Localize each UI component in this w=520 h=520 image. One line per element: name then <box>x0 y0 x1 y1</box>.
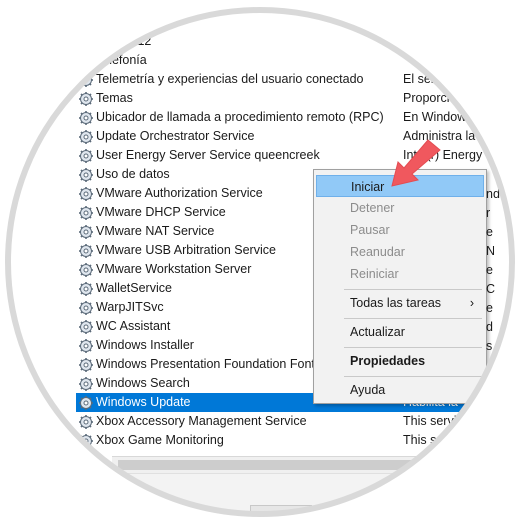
service-row[interactable]: Telefonía <box>76 51 520 70</box>
description-fragment: C <box>486 282 496 296</box>
gear-icon <box>78 281 94 297</box>
service-name: Windows Presentation Foundation Font C <box>96 357 328 371</box>
gear-icon <box>78 395 94 411</box>
gear-icon <box>78 53 94 69</box>
gear-icon <box>78 224 94 240</box>
service-name: VMware USB Arbitration Service <box>96 243 276 257</box>
service-name: Ubicador de llamada a procedimiento remo… <box>96 110 384 124</box>
menu-item-detener[interactable]: Detener <box>316 197 484 219</box>
service-description: Proporcio <box>403 91 457 105</box>
gear-icon <box>78 34 94 50</box>
service-name: Windows Update <box>96 395 191 409</box>
menu-item-label: Propiedades <box>350 354 426 368</box>
obscured-descriptions: nd a r e N e C e d s <box>486 185 520 356</box>
service-name: WalletService <box>96 281 172 295</box>
gear-icon <box>78 376 94 392</box>
description-fragment: e <box>486 301 493 315</box>
menu-item-label: Ayuda <box>350 383 386 397</box>
service-row[interactable]: Update Orchestrator Service Administra l… <box>76 127 520 146</box>
menu-separator <box>344 376 482 377</box>
menu-item-label: Actualizar <box>350 325 405 339</box>
service-row[interactable]: Ubicador de llamada a procedimiento remo… <box>76 108 520 127</box>
service-name: Xbox Accessory Management Service <box>96 414 307 428</box>
gear-icon <box>78 319 94 335</box>
gear-icon <box>78 148 94 164</box>
menu-item-label: Pausar <box>350 223 390 237</box>
service-name: Telemetría y experiencias del usuario co… <box>96 72 364 86</box>
description-fragment: e <box>486 263 493 277</box>
service-name: VMware Workstation Server <box>96 262 252 276</box>
service-name: WarpJITSvc <box>96 300 164 314</box>
service-name: VMware DHCP Service <box>96 205 226 219</box>
gear-icon <box>78 300 94 316</box>
service-row[interactable]: Telemetría y experiencias del usuario co… <box>76 70 520 89</box>
service-description: This servi <box>403 414 457 428</box>
description-fragment: N <box>486 244 496 258</box>
service-name: Xbox Game Monitoring <box>96 433 224 447</box>
gear-icon <box>78 205 94 221</box>
menu-separator <box>344 318 482 319</box>
service-name: Uso de datos <box>96 167 170 181</box>
context-menu: Iniciar Detener Pausar Reanudar Reinicia… <box>313 169 487 404</box>
services-window: ...gente Viewer 12 Telefonía Telemetría … <box>0 0 520 520</box>
menu-item-label: Reiniciar <box>350 267 399 281</box>
service-name: ...gente <box>96 15 138 29</box>
menu-item-label: Iniciar <box>351 180 385 194</box>
menu-separator <box>344 289 482 290</box>
gear-icon <box>78 414 94 430</box>
service-row[interactable]: Xbox Accessory Management Service This s… <box>76 412 520 431</box>
red-pointer-arrow-icon <box>391 139 441 187</box>
gear-icon <box>78 91 94 107</box>
service-name: WC Assistant <box>96 319 171 333</box>
horizontal-scrollbar[interactable] <box>112 456 520 474</box>
menu-item-ayuda[interactable]: Ayuda <box>316 379 484 401</box>
description-fragment: nd a <box>486 187 511 201</box>
description-fragment: s <box>486 339 493 353</box>
menu-item-reiniciar[interactable]: Reiniciar <box>316 263 484 285</box>
menu-item-label: Detener <box>350 201 395 215</box>
service-row[interactable]: User Energy Server Service queencreek In… <box>76 146 520 165</box>
service-name: Telefonía <box>96 53 147 67</box>
service-name: VMware Authorization Service <box>96 186 263 200</box>
service-row[interactable]: ...gente <box>76 13 520 32</box>
gear-icon <box>78 186 94 202</box>
service-description: En Windows <box>403 110 473 124</box>
menu-item-reanudar[interactable]: Reanudar <box>316 241 484 263</box>
service-row[interactable]: Xbox Game Monitoring This se <box>76 431 520 450</box>
service-description: El servi <box>403 72 444 86</box>
gear-icon <box>78 110 94 126</box>
gear-icon <box>78 243 94 259</box>
menu-item-propiedades[interactable]: Propiedades <box>316 350 484 372</box>
service-name: Update Orchestrator Service <box>96 129 255 143</box>
menu-item-label: Todas las tareas <box>350 296 442 310</box>
menu-item-pausar[interactable]: Pausar <box>316 219 484 241</box>
scrollbar-thumb[interactable] <box>118 460 418 470</box>
gear-icon <box>78 357 94 373</box>
gear-icon <box>78 433 94 449</box>
service-name: User Energy Server Service queencreek <box>96 148 320 162</box>
service-name: VMware NAT Service <box>96 224 215 238</box>
description-fragment: e <box>486 225 493 239</box>
menu-item-todas-las-tareas[interactable]: Todas las tareas › <box>316 292 484 314</box>
gear-icon <box>78 129 94 145</box>
service-row[interactable]: Temas Proporcio <box>76 89 520 108</box>
gear-icon <box>78 72 94 88</box>
service-name: Temas <box>96 91 133 105</box>
description-fragment: d <box>486 320 493 334</box>
service-name: Viewer 12 <box>96 34 152 48</box>
service-description: This se <box>403 433 444 447</box>
service-name: Windows Search <box>96 376 190 390</box>
description-fragment: r <box>486 206 491 220</box>
gear-icon <box>78 262 94 278</box>
gear-icon <box>78 338 94 354</box>
menu-item-actualizar[interactable]: Actualizar <box>316 321 484 343</box>
chevron-right-icon: › <box>469 296 474 310</box>
service-row[interactable]: Viewer 12 <box>76 32 520 51</box>
menu-separator <box>344 347 482 348</box>
view-tab[interactable] <box>250 505 312 520</box>
service-name: Windows Installer <box>96 338 194 352</box>
gear-icon <box>78 167 94 183</box>
menu-item-label: Reanudar <box>350 245 405 259</box>
gear-icon <box>78 15 94 31</box>
